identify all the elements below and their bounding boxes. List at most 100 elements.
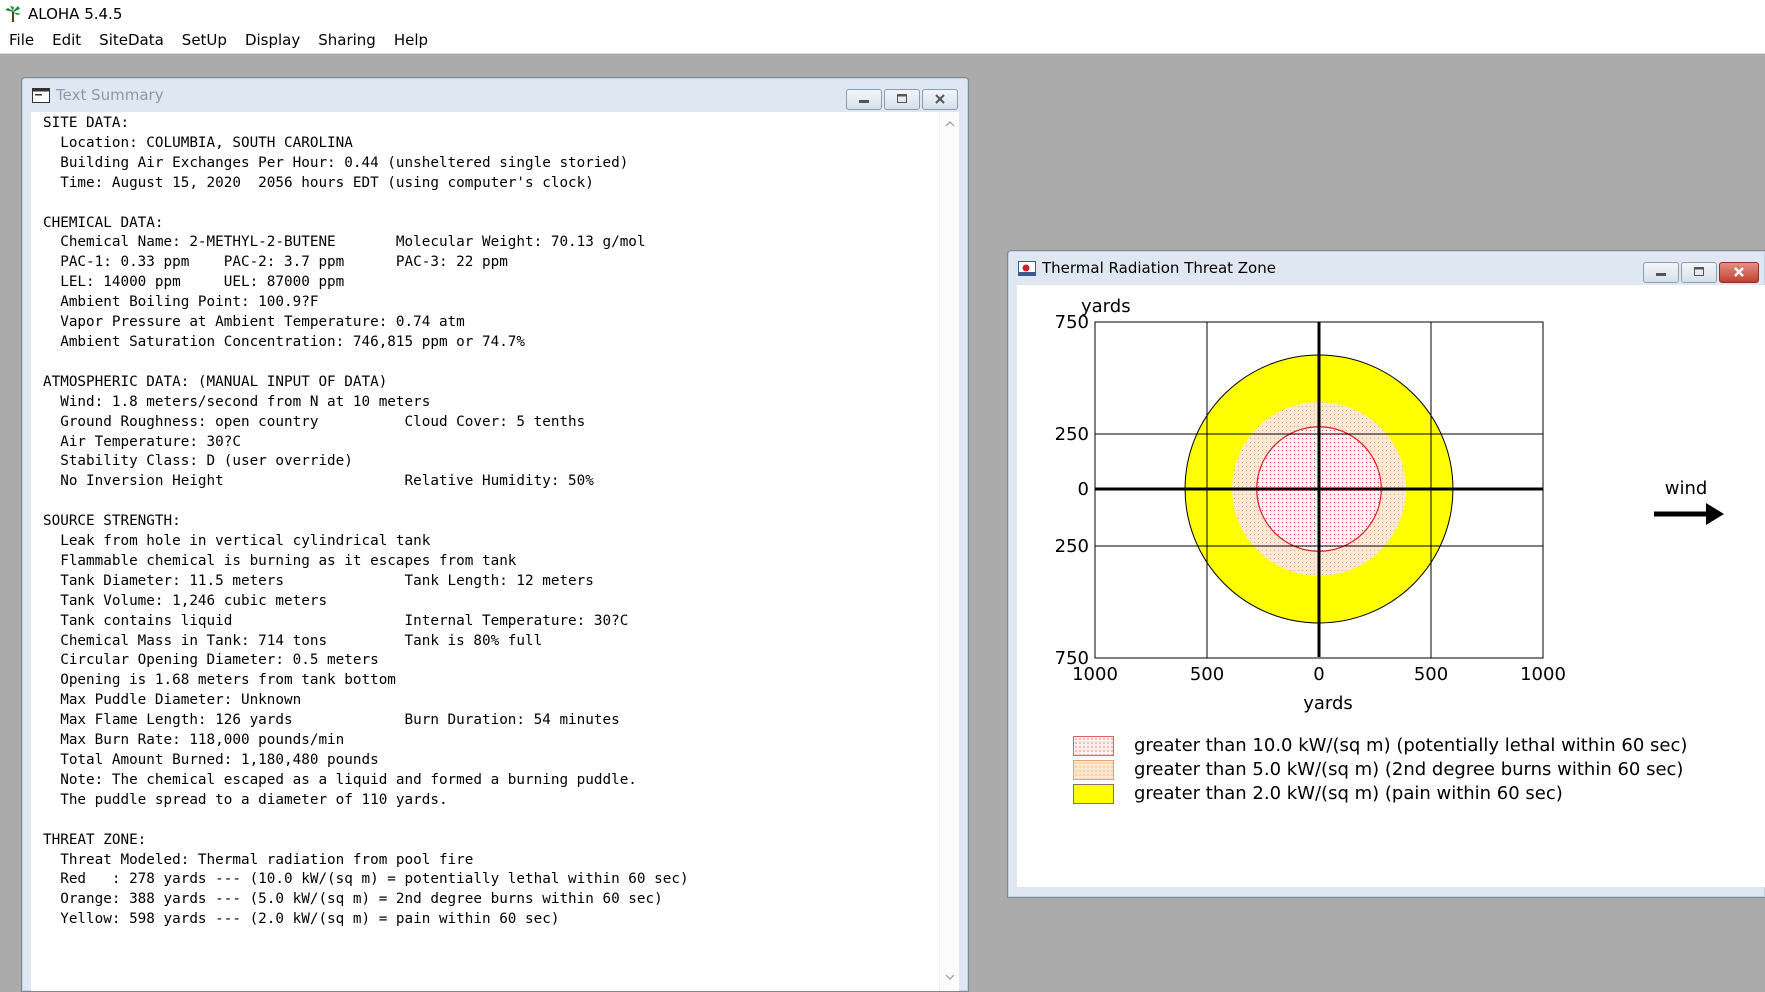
summary-line bbox=[43, 492, 689, 512]
summary-line: Max Puddle Diameter: Unknown bbox=[43, 692, 302, 709]
legend-orange: greater than 5.0 kW/(sq m) (2nd degree b… bbox=[1073, 759, 1683, 780]
text-window-icon bbox=[32, 87, 50, 103]
summary-line: ATMOSPHERIC DATA: (MANUAL INPUT OF DATA) bbox=[43, 373, 388, 390]
close-button[interactable] bbox=[922, 89, 958, 110]
summary-line: Circular Opening Diameter: 0.5 meters bbox=[43, 652, 379, 669]
menu-sitedata[interactable]: SiteData bbox=[90, 27, 173, 54]
menu-edit[interactable]: Edit bbox=[43, 27, 90, 54]
vertical-scrollbar[interactable] bbox=[939, 112, 959, 991]
summary-line bbox=[43, 811, 689, 831]
minimize-icon bbox=[859, 100, 869, 103]
threat-zone-window: Thermal Radiation Threat Zone yards 750 … bbox=[1007, 250, 1765, 898]
summary-line: Chemical Name: 2-METHYL-2-BUTENE Molecul… bbox=[43, 234, 646, 251]
summary-line: SOURCE STRENGTH: bbox=[43, 513, 181, 530]
summary-line: Ambient Boiling Point: 100.9?F bbox=[43, 294, 319, 311]
x-tick-label: 500 bbox=[1414, 664, 1448, 685]
summary-line: Threat Modeled: Thermal radiation from p… bbox=[43, 851, 474, 868]
text-summary-content: SITE DATA: Location: COLUMBIA, SOUTH CAR… bbox=[31, 112, 959, 991]
app-title: ALOHA 5.4.5 bbox=[28, 4, 123, 23]
threat-zone-plot: yards 75025002507501000 500 0 500 1000 yards… bbox=[1055, 296, 1724, 714]
summary-line: Location: COLUMBIA, SOUTH CAROLINA bbox=[43, 134, 353, 151]
summary-line bbox=[43, 194, 689, 214]
summary-line: Ground Roughness: open country Cloud Cov… bbox=[43, 413, 586, 430]
x-tick-label: 0 bbox=[1313, 664, 1324, 685]
summary-line: Max Burn Rate: 118,000 pounds/min bbox=[43, 732, 345, 749]
scroll-down-icon[interactable] bbox=[940, 967, 960, 987]
minimize-button[interactable] bbox=[1643, 262, 1679, 283]
summary-line: Total Amount Burned: 1,180,480 pounds bbox=[43, 752, 379, 768]
summary-line: PAC-1: 0.33 ppm PAC-2: 3.7 ppm PAC-3: 22… bbox=[43, 254, 508, 271]
summary-line: Flammable chemical is burning as it esca… bbox=[43, 552, 517, 569]
menu-setup[interactable]: SetUp bbox=[173, 27, 236, 54]
x-tick-label: 1000 bbox=[1072, 664, 1118, 685]
maximize-button[interactable] bbox=[1681, 262, 1717, 283]
legend-label-red: greater than 10.0 kW/(sq m) (potentially… bbox=[1134, 735, 1688, 756]
menu-display[interactable]: Display bbox=[236, 27, 309, 54]
summary-line: Air Temperature: 30?C bbox=[43, 433, 241, 450]
menu-help[interactable]: Help bbox=[385, 27, 437, 54]
summary-line: The puddle spread to a diameter of 110 y… bbox=[43, 791, 448, 808]
text-summary-title: Text Summary bbox=[56, 86, 164, 104]
y-tick-label: 250 bbox=[1055, 424, 1089, 445]
wind-arrow-icon bbox=[1654, 503, 1724, 525]
summary-line: Chemical Mass in Tank: 714 tons Tank is … bbox=[43, 632, 543, 649]
x-tick-label: 500 bbox=[1190, 664, 1224, 685]
summary-line: THREAT ZONE: bbox=[43, 831, 147, 848]
scroll-up-icon[interactable] bbox=[940, 114, 960, 134]
close-icon bbox=[1734, 267, 1744, 277]
summary-line: Yellow: 598 yards --- (2.0 kW/(sq m) = p… bbox=[43, 911, 560, 928]
summary-line: Tank contains liquid Internal Temperatur… bbox=[43, 612, 629, 629]
y-tick-label: 250 bbox=[1055, 536, 1089, 557]
legend-label-yellow: greater than 2.0 kW/(sq m) (pain within … bbox=[1134, 783, 1563, 804]
y-tick-label: 0 bbox=[1078, 479, 1089, 500]
legend-yellow: greater than 2.0 kW/(sq m) (pain within … bbox=[1073, 783, 1563, 804]
summary-text: SITE DATA: Location: COLUMBIA, SOUTH CAR… bbox=[43, 114, 689, 930]
summary-line bbox=[43, 353, 689, 373]
legend-swatch-red bbox=[1073, 735, 1114, 756]
x-tick-label: 1000 bbox=[1520, 664, 1566, 685]
legend-swatch-yellow bbox=[1073, 783, 1114, 804]
threat-zone-title: Thermal Radiation Threat Zone bbox=[1042, 259, 1276, 277]
summary-line: Leak from hole in vertical cylindrical t… bbox=[43, 533, 431, 550]
close-button[interactable] bbox=[1719, 262, 1759, 283]
legend-red: greater than 10.0 kW/(sq m) (potentially… bbox=[1073, 735, 1687, 756]
restore-icon bbox=[897, 94, 907, 103]
flag-icon bbox=[1018, 260, 1036, 276]
summary-line: Vapor Pressure at Ambient Temperature: 0… bbox=[43, 314, 465, 331]
palm-tree-icon bbox=[5, 5, 21, 22]
wind-label: wind bbox=[1665, 478, 1708, 499]
summary-line: SITE DATA: bbox=[43, 115, 130, 131]
summary-line: Red : 278 yards --- (10.0 kW/(sq m) = po… bbox=[43, 871, 689, 888]
legend-label-orange: greater than 5.0 kW/(sq m) (2nd degree b… bbox=[1134, 759, 1684, 780]
threat-zone-content: yards 750 250 0 250 750 1000 500 0 500 1000 yards… bbox=[1017, 285, 1765, 887]
summary-line: Building Air Exchanges Per Hour: 0.44 (u… bbox=[43, 154, 629, 171]
text-summary-window: Text Summary SITE DATA: Location: COLUMB… bbox=[21, 77, 969, 992]
menubar: File Edit SiteData SetUp Display Sharing… bbox=[0, 27, 1765, 54]
summary-line: Max Flame Length: 126 yards Burn Duratio… bbox=[43, 712, 620, 729]
summary-line: Note: The chemical escaped as a liquid a… bbox=[43, 771, 637, 788]
summary-line: Orange: 388 yards --- (5.0 kW/(sq m) = 2… bbox=[43, 891, 663, 908]
summary-line: LEL: 14000 ppm UEL: 87000 ppm bbox=[43, 274, 345, 291]
summary-line: Stability Class: D (user override) bbox=[43, 453, 353, 470]
legend-swatch-orange bbox=[1073, 759, 1114, 780]
summary-line: Wind: 1.8 meters/second from N at 10 met… bbox=[43, 393, 431, 410]
app-titlebar: ALOHA 5.4.5 bbox=[0, 0, 1765, 27]
menu-sharing[interactable]: Sharing bbox=[309, 27, 385, 54]
menu-file[interactable]: File bbox=[0, 27, 43, 54]
minimize-button[interactable] bbox=[846, 89, 882, 110]
summary-line: Tank Volume: 1,246 cubic meters bbox=[43, 592, 328, 609]
minimize-icon bbox=[1656, 273, 1666, 276]
restore-icon bbox=[1694, 267, 1704, 276]
summary-line: Time: August 15, 2020 2056 hours EDT (us… bbox=[43, 174, 594, 191]
summary-line: CHEMICAL DATA: bbox=[43, 214, 164, 231]
threat-zone-titlebar[interactable]: Thermal Radiation Threat Zone bbox=[1008, 251, 1765, 285]
summary-line: Opening is 1.68 meters from tank bottom bbox=[43, 672, 396, 689]
maximize-button[interactable] bbox=[884, 89, 920, 110]
summary-line: Ambient Saturation Concentration: 746,81… bbox=[43, 333, 526, 350]
text-summary-titlebar[interactable]: Text Summary bbox=[22, 78, 968, 112]
summary-line: Tank Diameter: 11.5 meters Tank Length: … bbox=[43, 572, 594, 589]
x-axis-label: yards bbox=[1303, 693, 1353, 714]
y-tick-label: 750 bbox=[1055, 312, 1089, 333]
summary-line: No Inversion Height Relative Humidity: 5… bbox=[43, 473, 594, 490]
close-icon bbox=[935, 94, 945, 104]
